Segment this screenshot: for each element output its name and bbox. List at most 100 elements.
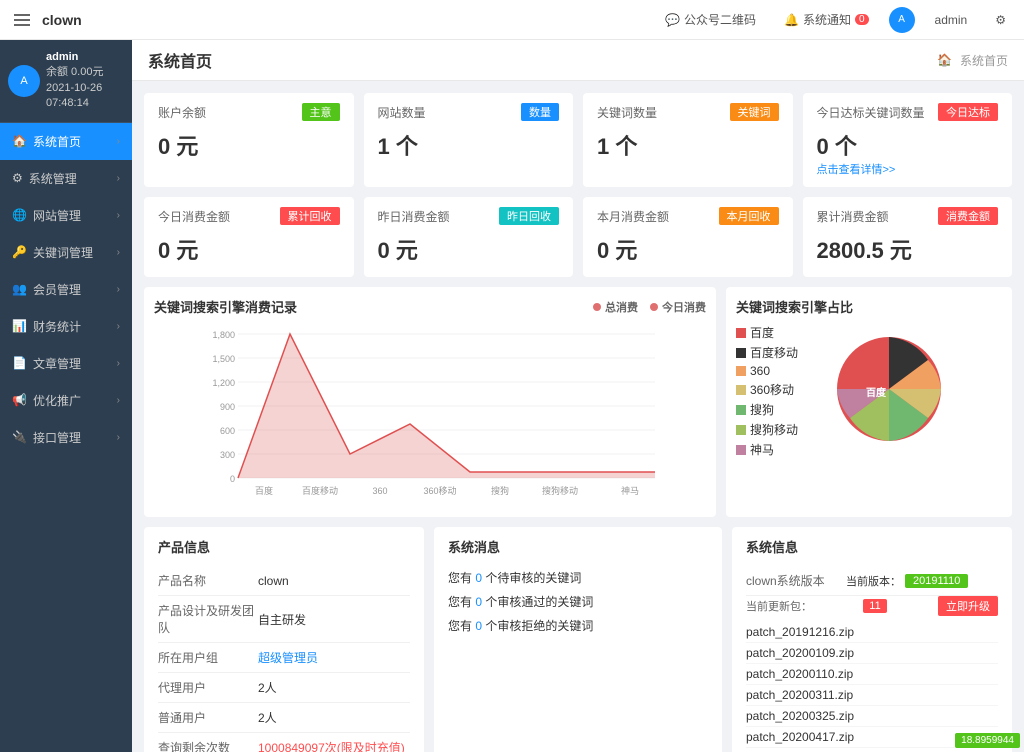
stat-value-1: 1 个: [378, 129, 560, 161]
stat-badge-1: 昨日回收: [499, 207, 559, 225]
msg-1-link[interactable]: 0: [475, 571, 482, 585]
sidebar-item-4[interactable]: 👥 会员管理 ›: [0, 271, 132, 308]
header-right: 💬 公众号二维码 🔔 系统通知 0 A admin ⚙: [657, 7, 1014, 33]
sidebar-item-icon-0: 🏠: [12, 134, 27, 148]
stat-card-header-3: 今日达标关键词数量 今日达标: [817, 103, 999, 121]
sidebar-item-left-5: 📊 财务统计: [12, 318, 81, 335]
sidebar-item-left-0: 🏠 系统首页: [12, 133, 81, 150]
msg-3-link[interactable]: 0: [475, 619, 482, 633]
pie-chart-content: 百度 百度移动 360 360移动 搜狗 搜狗移动 神马: [736, 324, 1002, 461]
sidebar-item-left-7: 📢 优化推广: [12, 392, 81, 409]
product-key-1: 产品设计及研发团队: [158, 602, 258, 636]
bar-chart-card: 关键词搜索引擎消费记录 总消费 今日消费: [144, 287, 716, 517]
sidebar-balance: 余额 0.00元: [46, 65, 124, 80]
pie-legend: 百度 百度移动 360 360移动 搜狗 搜狗移动 神马: [736, 324, 816, 461]
update-button[interactable]: 立即升级: [938, 596, 998, 616]
sidebar-item-icon-5: 📊: [12, 319, 27, 333]
hamburger-button[interactable]: [10, 10, 34, 30]
breadcrumb-text: 系统首页: [960, 52, 1008, 69]
stat-label-3: 今日达标关键词数量: [817, 104, 925, 121]
wechat-icon: 💬: [665, 13, 680, 27]
bar-chart-legend: 总消费 今日消费: [593, 299, 706, 315]
stat-badge-2: 关键词: [730, 103, 779, 121]
stat-card-3: 累计消费金额 消费金额 2800.5 元: [803, 197, 1013, 277]
notify-badge: 0: [855, 14, 869, 25]
stat-card-header-0: 账户余额 主意: [158, 103, 340, 121]
stat-card-1: 网站数量 数量 1 个: [364, 93, 574, 187]
svg-text:0: 0: [230, 474, 235, 484]
sidebar-item-8[interactable]: 🔌 接口管理 ›: [0, 419, 132, 456]
sidebar-item-left-3: 🔑 关键词管理: [12, 244, 93, 261]
legend-item-today: 今日消费: [650, 299, 706, 315]
sidebar-item-icon-6: 📄: [12, 356, 27, 370]
settings-button[interactable]: ⚙: [987, 9, 1014, 31]
main-layout: A admin 余额 0.00元 2021-10-26 07:48:14 🏠 系…: [0, 40, 1024, 752]
svg-text:300: 300: [220, 450, 235, 460]
patch-update-row: 当前更新包： 11 立即升级: [746, 596, 998, 616]
stat-card-2: 关键词数量 关键词 1 个: [583, 93, 793, 187]
product-info-row-0: 产品名称 clown: [158, 566, 410, 596]
sidebar-item-left-8: 🔌 接口管理: [12, 429, 81, 446]
notify-button[interactable]: 🔔 系统通知 0: [776, 7, 877, 32]
product-val-2[interactable]: 超级管理员: [258, 649, 410, 666]
stat-card-1: 昨日消费金额 昨日回收 0 元: [364, 197, 574, 277]
sidebar-item-6[interactable]: 📄 文章管理 ›: [0, 345, 132, 382]
system-msg-card: 系统消息 您有 0 个待审核的关键词 您有 0 个审核通过的关键词 您有 0 个…: [434, 527, 722, 752]
page-header: 系统首页 🏠 系统首页: [132, 40, 1024, 81]
legend-item-total: 总消费: [593, 299, 638, 315]
sidebar-item-7[interactable]: 📢 优化推广 ›: [0, 382, 132, 419]
sidebar-item-2[interactable]: 🌐 网站管理 ›: [0, 197, 132, 234]
sidebar-chevron-4: ›: [117, 284, 120, 295]
stat-card-header-2: 关键词数量 关键词: [597, 103, 779, 121]
legend-baidu-mobile: 百度移动: [736, 344, 816, 361]
sidebar-item-label-6: 文章管理: [33, 355, 81, 372]
svg-text:搜狗移动: 搜狗移动: [542, 485, 578, 496]
sidebar-user-info: admin 余额 0.00元 2021-10-26 07:48:14: [46, 50, 124, 112]
product-info-row-2: 所在用户组 超级管理员: [158, 643, 410, 673]
patch-item-3: patch_20200311.zip: [746, 685, 998, 706]
stat-badge-0: 主意: [302, 103, 340, 121]
stat-card-header-1: 昨日消费金额 昨日回收: [378, 207, 560, 225]
sidebar-item-1[interactable]: ⚙ 系统管理 ›: [0, 160, 132, 197]
pie-svg-container: 百度: [824, 324, 954, 457]
stat-note-3[interactable]: 点击查看详情>>: [817, 161, 999, 177]
stat-value-0: 0 元: [158, 233, 340, 265]
stat-value-1: 0 元: [378, 233, 560, 265]
sidebar-item-0[interactable]: 🏠 系统首页 ›: [0, 123, 132, 160]
stat-value-2: 0 元: [597, 233, 779, 265]
product-info-row-1: 产品设计及研发团队 自主研发: [158, 596, 410, 643]
sidebar-item-3[interactable]: 🔑 关键词管理 ›: [0, 234, 132, 271]
stat-label-0: 账户余额: [158, 104, 206, 121]
wechat-button[interactable]: 💬 公众号二维码: [657, 7, 764, 32]
product-val-3: 2人: [258, 679, 410, 696]
admin-label[interactable]: admin: [927, 9, 976, 31]
version-badge: 20191110: [905, 574, 968, 588]
stat-card-3: 今日达标关键词数量 今日达标 0 个 点击查看详情>>: [803, 93, 1013, 187]
sidebar-chevron-7: ›: [117, 395, 120, 406]
svg-text:1,500: 1,500: [212, 354, 235, 364]
sidebar-chevron-0: ›: [117, 136, 120, 147]
stat-value-3: 0 个: [817, 129, 999, 161]
svg-text:神马: 神马: [621, 485, 639, 496]
stat-card-header-2: 本月消费金额 本月回收: [597, 207, 779, 225]
stat-label-2: 本月消费金额: [597, 208, 669, 225]
sidebar-item-5[interactable]: 📊 财务统计 ›: [0, 308, 132, 345]
sidebar-item-label-0: 系统首页: [33, 133, 81, 150]
msg-2-link[interactable]: 0: [475, 595, 482, 609]
stat-card-2: 本月消费金额 本月回收 0 元: [583, 197, 793, 277]
svg-text:360: 360: [372, 486, 387, 496]
sidebar-item-icon-3: 🔑: [12, 245, 27, 259]
stats-row-1: 账户余额 主意 0 元 网站数量 数量 1 个 关键词数量 关键词 1 个 今日…: [144, 93, 1012, 187]
stat-value-3: 2800.5 元: [817, 233, 999, 265]
sidebar-avatar: A: [8, 65, 40, 97]
sidebar-item-icon-2: 🌐: [12, 208, 27, 222]
patch-item-1: patch_20200109.zip: [746, 643, 998, 664]
sidebar-chevron-3: ›: [117, 247, 120, 258]
product-key-0: 产品名称: [158, 572, 258, 589]
sidebar-chevron-2: ›: [117, 210, 120, 221]
legend-sogou: 搜狗: [736, 401, 816, 418]
product-key-2: 所在用户组: [158, 649, 258, 666]
sidebar-chevron-6: ›: [117, 358, 120, 369]
legend-360: 360: [736, 364, 816, 378]
system-info-title: 系统信息: [746, 537, 998, 556]
